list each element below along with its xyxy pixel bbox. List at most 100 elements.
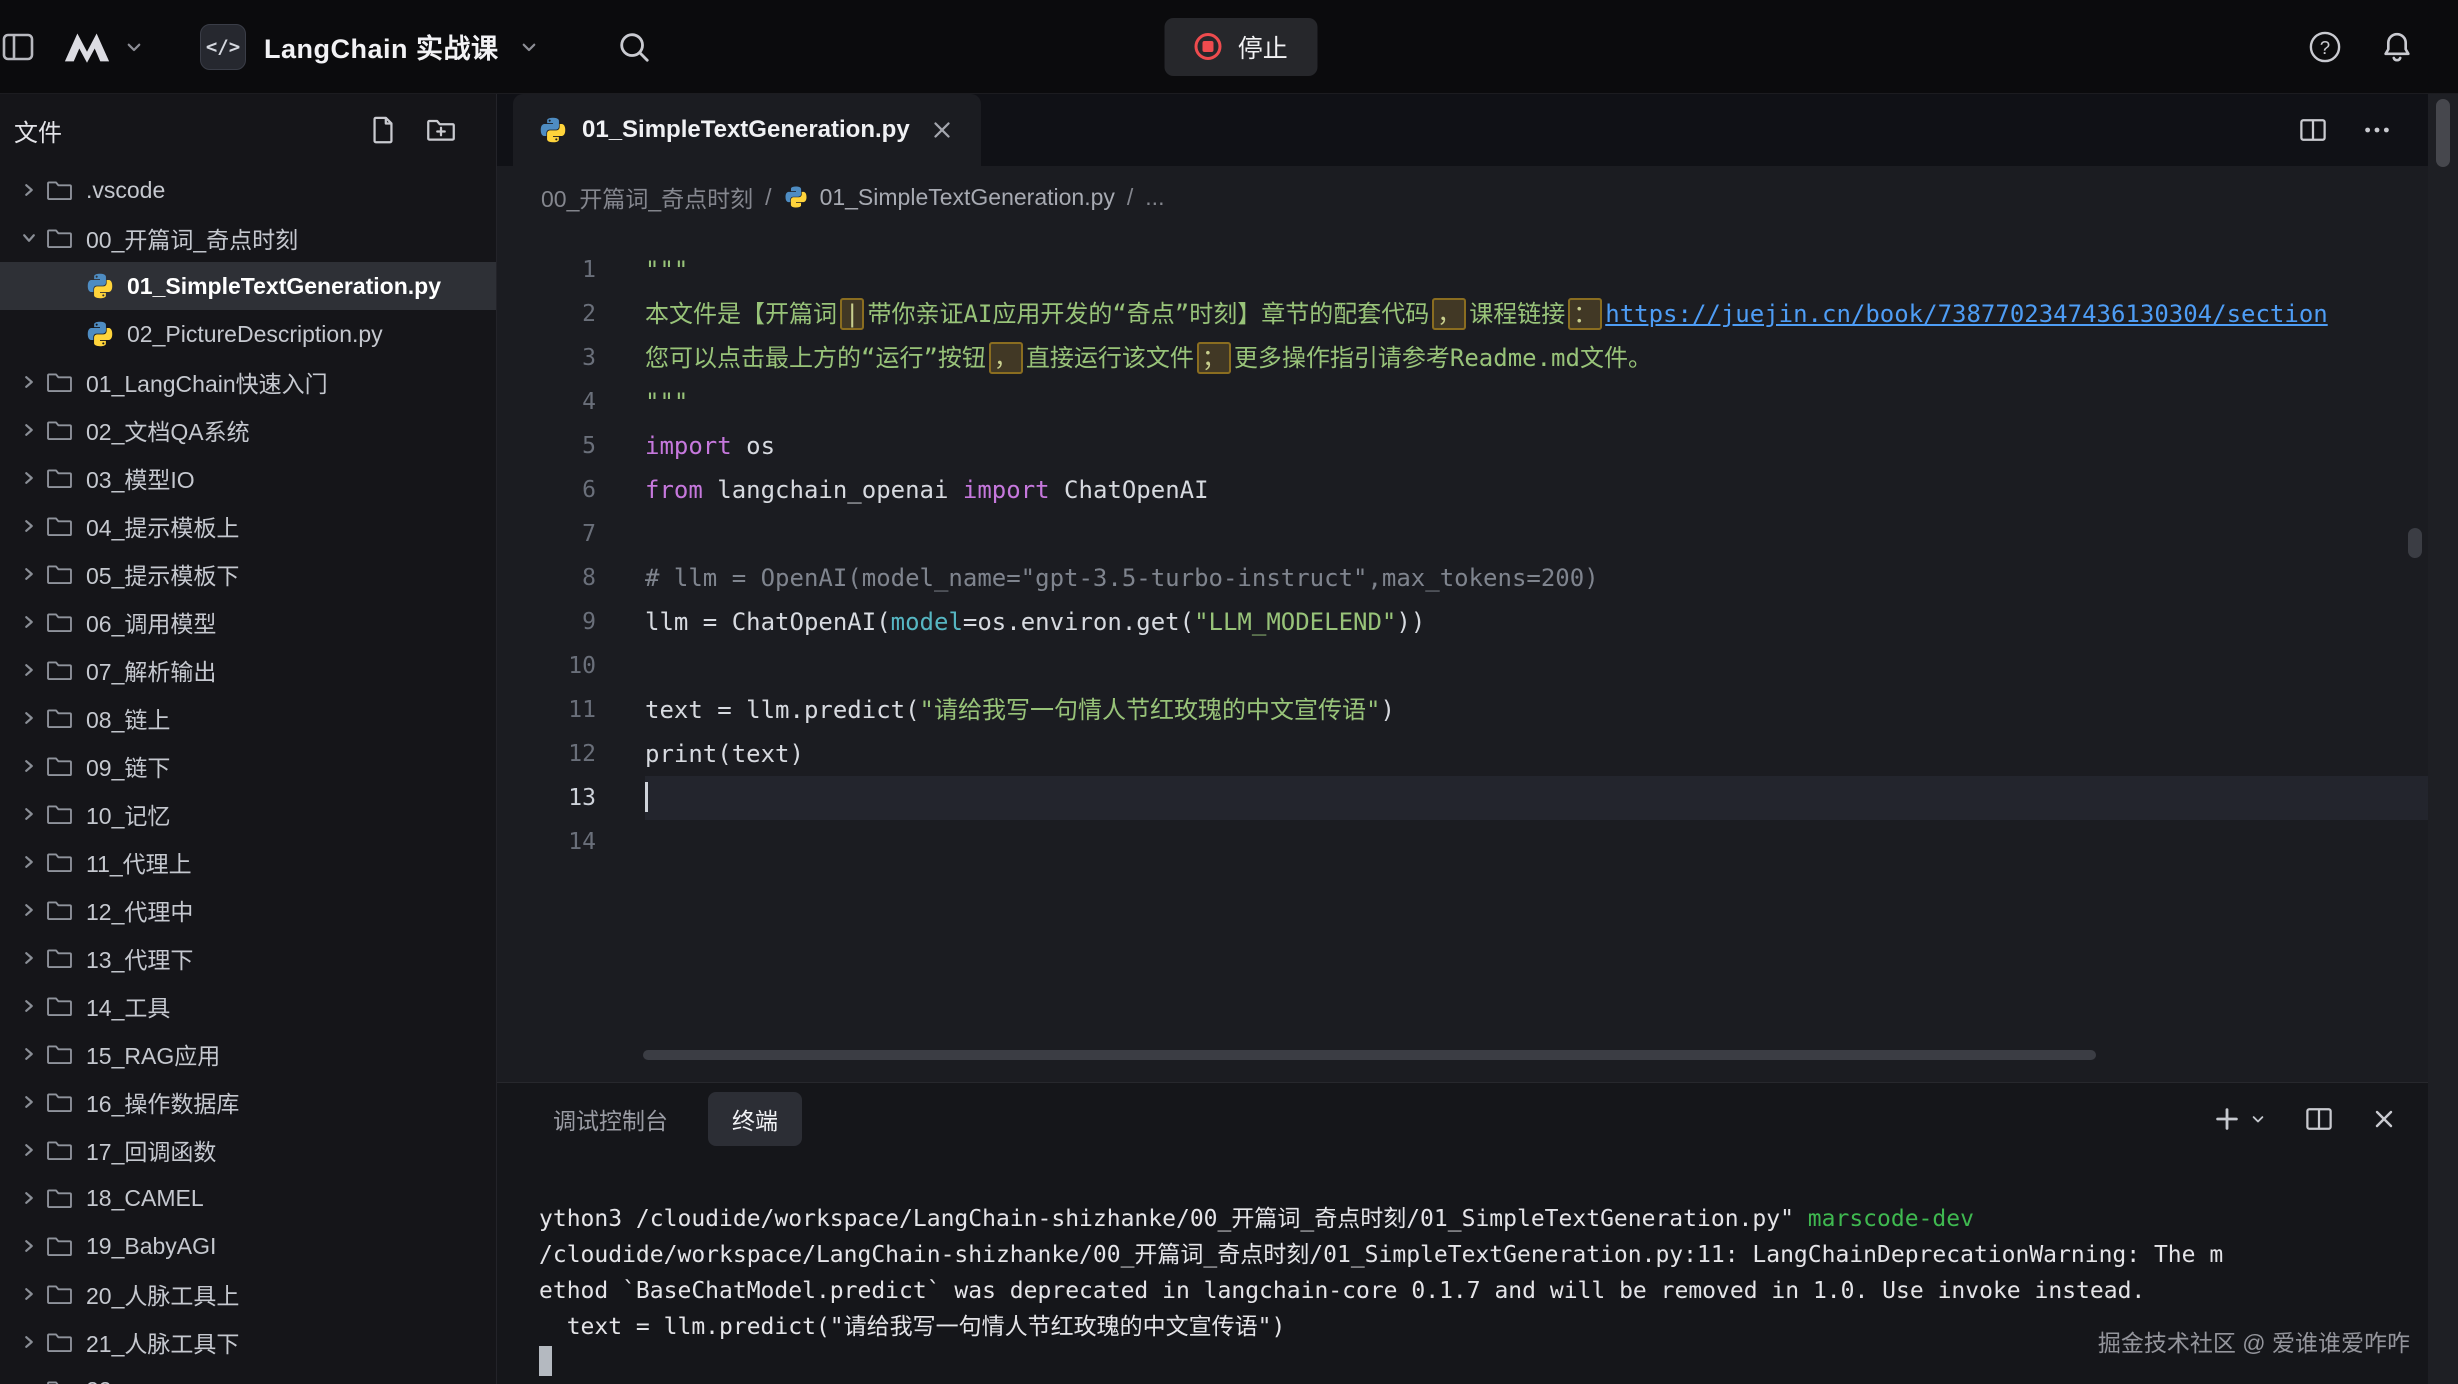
code-line[interactable]	[645, 776, 2428, 820]
editor-vertical-scrollbar-thumb[interactable]	[2408, 528, 2422, 558]
code-line[interactable]: print(text)	[645, 732, 2428, 776]
code-line[interactable]: from langchain_openai import ChatOpenAI	[645, 468, 2428, 512]
stop-button[interactable]: 停止	[1165, 18, 1318, 76]
code-token: =os.environ.get(	[963, 608, 1194, 636]
explorer-title: 文件	[14, 113, 62, 148]
tree-item-folder[interactable]: 16_操作数据库	[0, 1078, 496, 1126]
line-number[interactable]: 7	[497, 512, 596, 556]
new-folder-button[interactable]	[426, 115, 456, 145]
line-number[interactable]: 14	[497, 820, 596, 864]
notifications-bell-button[interactable]	[2380, 30, 2414, 64]
new-file-button[interactable]	[368, 115, 398, 145]
tree-item-folder[interactable]: 10_记忆	[0, 790, 496, 838]
app-logo-menu[interactable]	[62, 29, 146, 65]
tree-item-folder[interactable]: 01_LangChain快速入门	[0, 358, 496, 406]
tree-item-folder[interactable]: 13_代理下	[0, 934, 496, 982]
tree-item-folder[interactable]: 04_提示模板上	[0, 502, 496, 550]
code-token: 带你亲证AI应用开发的“奇点”时刻】章节的配套代码	[867, 300, 1429, 328]
code-line[interactable]	[645, 512, 2428, 556]
tree-item-folder[interactable]: 20_人脉工具上	[0, 1270, 496, 1318]
panel-tab-terminal[interactable]: 终端	[708, 1092, 802, 1146]
folder-icon	[46, 609, 73, 636]
tree-item-folder[interactable]: 05_提示模板下	[0, 550, 496, 598]
code-line[interactable]	[645, 820, 2428, 864]
code-line[interactable]: llm = ChatOpenAI(model=os.environ.get("L…	[645, 600, 2428, 644]
tree-item-folder[interactable]: 22_	[0, 1366, 496, 1384]
close-panel-button[interactable]	[2370, 1105, 2398, 1133]
editor-gutter: 1234567891011121314	[497, 228, 596, 1082]
tree-item-folder[interactable]: 02_文档QA系统	[0, 406, 496, 454]
tree-item-folder[interactable]: 09_链下	[0, 742, 496, 790]
window-scrollbar-thumb[interactable]	[2436, 99, 2450, 167]
code-line[interactable]: import os	[645, 424, 2428, 468]
breadcrumb-more[interactable]: ...	[1145, 184, 1164, 211]
breadcrumb-file[interactable]: 01_SimpleTextGeneration.py	[820, 184, 1115, 211]
line-number[interactable]: 12	[497, 732, 596, 776]
split-editor-button[interactable]	[2298, 115, 2328, 145]
line-number[interactable]: 6	[497, 468, 596, 512]
project-switcher[interactable]: </> LangChain 实战课	[200, 24, 541, 70]
search-button[interactable]	[617, 30, 651, 64]
tree-item-folder[interactable]: 17_回调函数	[0, 1126, 496, 1174]
code-token: import	[645, 432, 732, 460]
breadcrumb-folder[interactable]: 00_开篇词_奇点时刻	[541, 180, 753, 214]
editor-tab[interactable]: 01_SimpleTextGeneration.py	[513, 94, 981, 166]
help-button[interactable]: ?	[2308, 30, 2342, 64]
tree-item-folder[interactable]: 21_人脉工具下	[0, 1318, 496, 1366]
horizontal-scrollbar-thumb[interactable]	[643, 1050, 2096, 1060]
tree-item-folder[interactable]: 14_工具	[0, 982, 496, 1030]
sidebar-toggle-button[interactable]	[0, 29, 36, 65]
tree-item-folder[interactable]: .vscode	[0, 166, 496, 214]
code-link[interactable]: https://juejin.cn/book/73877023474361303…	[1605, 300, 2327, 328]
tree-item-folder[interactable]: 19_BabyAGI	[0, 1222, 496, 1270]
code-line[interactable]: # llm = OpenAI(model_name="gpt-3.5-turbo…	[645, 556, 2428, 600]
python-icon	[539, 116, 567, 144]
more-actions-button[interactable]	[2362, 115, 2392, 145]
tree-item-file[interactable]: 01_SimpleTextGeneration.py	[0, 262, 496, 310]
tree-item-folder[interactable]: 08_链上	[0, 694, 496, 742]
line-number[interactable]: 8	[497, 556, 596, 600]
line-number[interactable]: 9	[497, 600, 596, 644]
python-icon	[86, 320, 114, 348]
line-number[interactable]: 1	[497, 248, 596, 292]
tree-item-folder[interactable]: 06_调用模型	[0, 598, 496, 646]
split-terminal-button[interactable]	[2304, 1104, 2334, 1134]
code-line[interactable]: 本文件是【开篇词|带你亲证AI应用开发的“奇点”时刻】章节的配套代码，课程链接：…	[645, 292, 2428, 336]
line-number[interactable]: 13	[497, 776, 596, 820]
new-terminal-button[interactable]	[2212, 1104, 2268, 1134]
tree-item-folder[interactable]: 03_模型IO	[0, 454, 496, 502]
tree-item-folder[interactable]: 18_CAMEL	[0, 1174, 496, 1222]
folder-icon	[46, 849, 73, 876]
tree-item-file[interactable]: 02_PictureDescription.py	[0, 310, 496, 358]
watermark: 掘金技术社区 @ 爱谁谁爱咋咋	[2098, 1324, 2410, 1358]
tree-item-folder[interactable]: 11_代理上	[0, 838, 496, 886]
code-line[interactable]: """	[645, 248, 2428, 292]
line-number[interactable]: 10	[497, 644, 596, 688]
panel-tab-debug-console[interactable]: 调试控制台	[539, 1092, 682, 1146]
terminal-text: text = llm.predict("请给我写一句情人节红玫瑰的中文宣传语")	[539, 1314, 1285, 1340]
line-number[interactable]: 11	[497, 688, 596, 732]
tree-item-folder[interactable]: 00_开篇词_奇点时刻	[0, 214, 496, 262]
code-editor[interactable]: 1234567891011121314 """本文件是【开篇词|带你亲证AI应用…	[497, 228, 2428, 1082]
tree-item-label: 09_链下	[86, 749, 170, 783]
code-line[interactable]: text = llm.predict("请给我写一句情人节红玫瑰的中文宣传语")	[645, 688, 2428, 732]
folder-icon	[46, 1137, 73, 1164]
close-tab-icon[interactable]	[929, 117, 955, 143]
code-area[interactable]: """本文件是【开篇词|带你亲证AI应用开发的“奇点”时刻】章节的配套代码，课程…	[596, 228, 2428, 1082]
line-number[interactable]: 4	[497, 380, 596, 424]
tree-item-folder[interactable]: 07_解析输出	[0, 646, 496, 694]
code-line[interactable]: """	[645, 380, 2428, 424]
tree-item-label: 00_开篇词_奇点时刻	[86, 221, 298, 255]
code-line[interactable]: 您可以点击最上方的“运行”按钮，直接运行该文件；更多操作指引请参考Readme.…	[645, 336, 2428, 380]
tree-item-label: 01_LangChain快速入门	[86, 365, 328, 399]
line-number[interactable]: 3	[497, 336, 596, 380]
tree-item-folder[interactable]: 12_代理中	[0, 886, 496, 934]
chevron-right-icon	[18, 899, 42, 921]
line-number[interactable]: 5	[497, 424, 596, 468]
tree-item-folder[interactable]: 15_RAG应用	[0, 1030, 496, 1078]
chevron-right-icon	[18, 371, 42, 393]
code-line[interactable]	[645, 644, 2428, 688]
window-scrollbar[interactable]	[2428, 94, 2458, 1384]
tree-item-label: 16_操作数据库	[86, 1085, 239, 1119]
line-number[interactable]: 2	[497, 292, 596, 336]
